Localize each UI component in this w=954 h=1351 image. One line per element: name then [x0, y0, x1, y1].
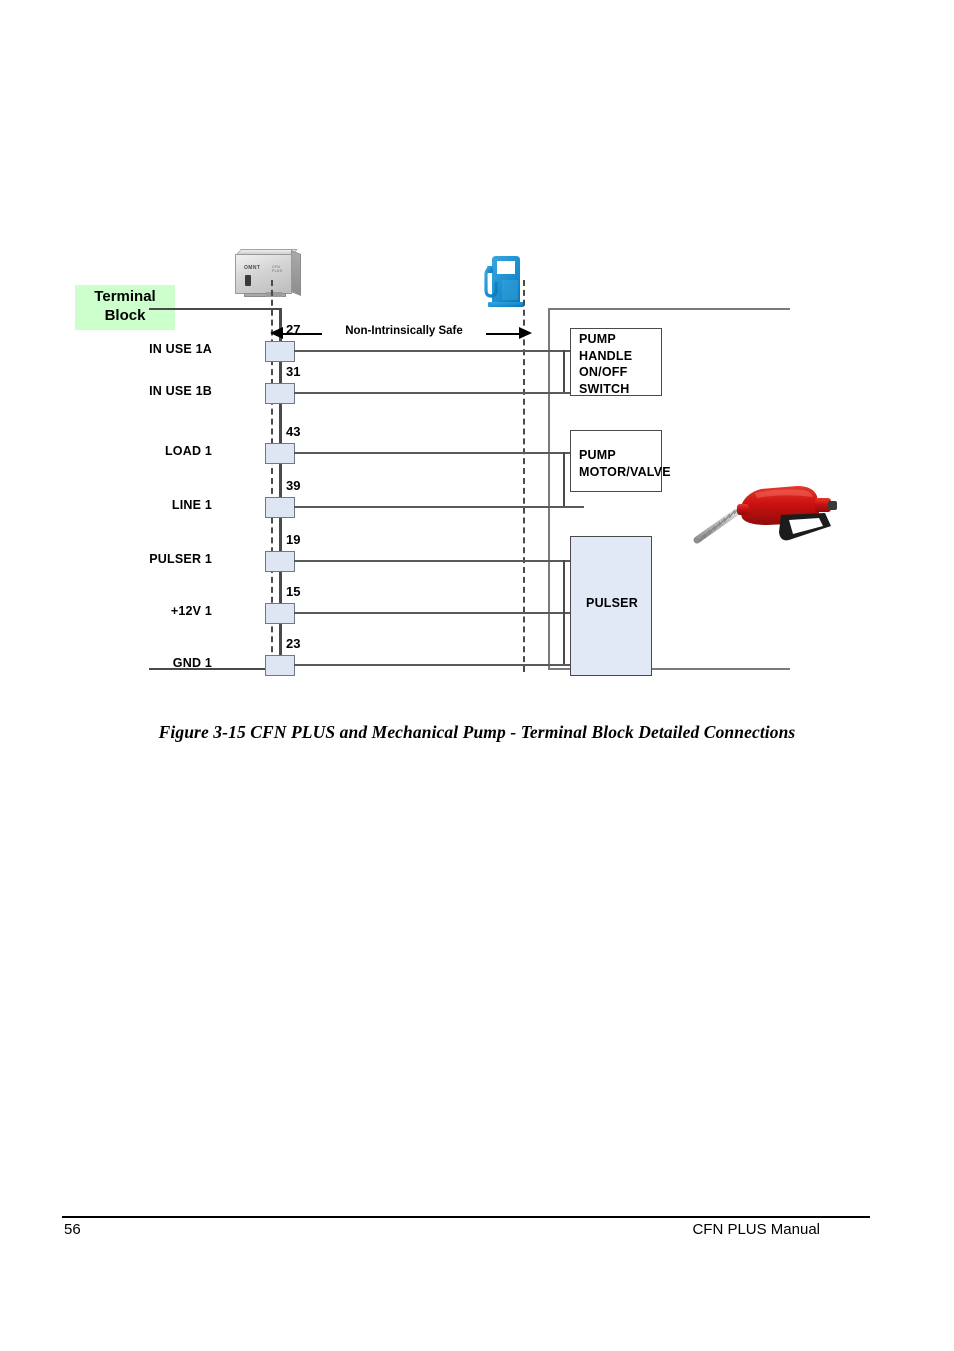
- terminal-connector: [265, 383, 295, 404]
- controller-logo-text: OMNT: [244, 265, 261, 271]
- wire-riser-pulser: [563, 560, 565, 664]
- terminal-wire: [294, 452, 584, 454]
- terminal-number: 27: [286, 322, 301, 337]
- terminal-row: LOAD 1 43: [60, 424, 890, 466]
- terminal-row: PULSER 1 19: [60, 532, 890, 574]
- terminal-connector: [265, 443, 295, 464]
- controller-enclosure-image: OMNT CFN PLUS: [232, 248, 304, 297]
- terminal-number: 43: [286, 424, 301, 439]
- fuel-dispenser-icon: [478, 250, 540, 312]
- document-page: OMNT CFN PLUS Terminal Block Non-Intrins…: [0, 0, 954, 1351]
- footer-manual-title: CFN PLUS Manual: [692, 1221, 820, 1238]
- fuel-nozzle-image: [685, 468, 840, 550]
- nis-label: Non-Intrinsically Safe: [322, 324, 486, 338]
- pump-handle-switch-label: PUMP HANDLE ON/OFF SWITCH: [579, 331, 632, 398]
- terminal-connector: [265, 551, 295, 572]
- terminal-block-label-line1: Terminal: [94, 288, 156, 305]
- terminal-row: IN USE 1B 31: [60, 364, 890, 406]
- pulser-box: PULSER: [570, 536, 652, 676]
- terminal-number: 23: [286, 636, 301, 651]
- terminal-wire: [294, 664, 584, 666]
- terminal-connector: [265, 603, 295, 624]
- terminal-number: 31: [286, 364, 301, 379]
- pump-motor-valve-box: PUMP MOTOR/VALVE: [570, 430, 671, 492]
- motor-line-2: MOTOR/VALVE: [579, 464, 671, 479]
- terminal-wire: [294, 506, 584, 508]
- switch-line-4: SWITCH: [579, 381, 630, 396]
- terminal-number: 19: [286, 532, 301, 547]
- terminal-number: 15: [286, 584, 301, 599]
- wire-riser-switch: [563, 350, 565, 392]
- terminal-block-top-lead: [149, 308, 282, 310]
- terminal-label: PULSER 1: [149, 552, 212, 566]
- figure-caption: Figure 3-15 CFN PLUS and Mechanical Pump…: [158, 722, 796, 742]
- terminal-row: GND 1 23: [60, 636, 890, 678]
- pump-motor-valve-label: PUMP MOTOR/VALVE: [579, 447, 671, 480]
- terminal-wire: [294, 350, 584, 352]
- switch-line-3: ON/OFF: [579, 365, 628, 380]
- controller-front-face: OMNT CFN PLUS: [235, 254, 292, 294]
- figure-diagram: OMNT CFN PLUS Terminal Block Non-Intrins…: [60, 240, 890, 710]
- terminal-wire: [294, 560, 584, 562]
- terminal-number: 39: [286, 478, 301, 493]
- switch-line-1: PUMP: [579, 332, 616, 346]
- terminal-label: +12V 1: [170, 604, 212, 618]
- terminal-connector: [265, 341, 295, 362]
- controller-latch-icon: [245, 275, 251, 286]
- terminal-connector: [265, 497, 295, 518]
- terminal-row: +12V 1 15: [60, 584, 890, 626]
- wire-riser-motor: [563, 452, 565, 506]
- pump-handle-switch-box: PUMP HANDLE ON/OFF SWITCH: [570, 328, 662, 396]
- terminal-label: LINE 1: [171, 498, 212, 512]
- pulser-label: PULSER: [586, 596, 638, 610]
- switch-line-2: HANDLE: [579, 348, 633, 363]
- terminal-label: IN USE 1B: [149, 384, 212, 398]
- terminal-label: IN USE 1A: [149, 342, 212, 356]
- terminal-label: GND 1: [172, 656, 212, 670]
- controller-model-text: CFN PLUS: [272, 265, 283, 273]
- terminal-wire: [294, 612, 584, 614]
- footer-divider: [62, 1216, 870, 1218]
- controller-side-face: [291, 250, 301, 297]
- terminal-connector: [265, 655, 295, 676]
- terminal-row: IN USE 1A 27: [60, 322, 890, 364]
- terminal-wire: [294, 392, 584, 394]
- controller-conduit: [266, 292, 282, 297]
- dispenser-enclosure-top-edge: [548, 308, 790, 310]
- motor-line-1: PUMP: [579, 448, 616, 462]
- terminal-label: LOAD 1: [164, 444, 212, 458]
